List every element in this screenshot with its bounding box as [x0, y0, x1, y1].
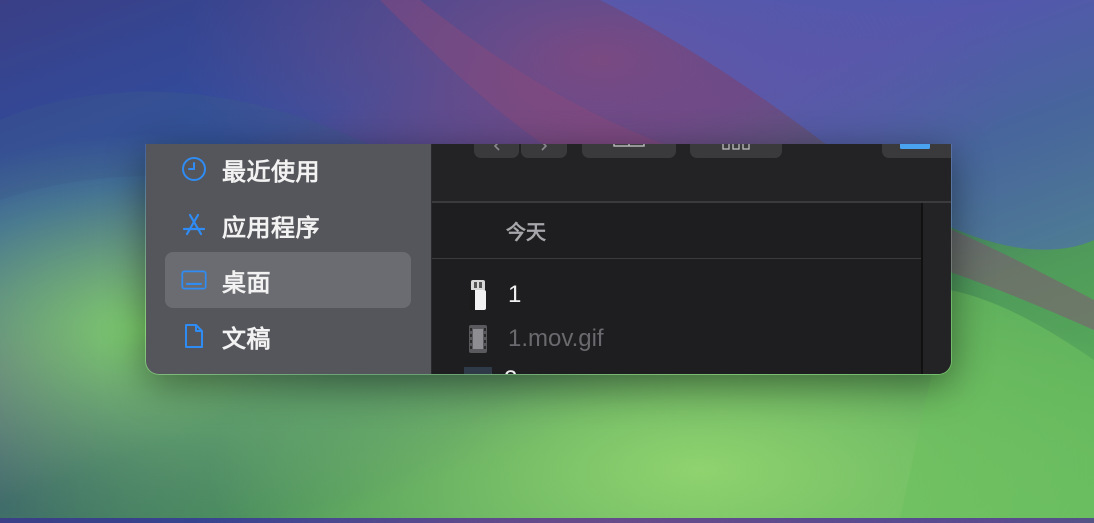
film-strip-icon: [468, 324, 488, 354]
view-mode-button[interactable]: [582, 144, 676, 158]
list-item[interactable]: 2: [432, 360, 517, 374]
file-list: 今天 1 1.mov.gif 2: [432, 203, 923, 374]
columns-view-icon: [613, 144, 645, 156]
list-item: 1.mov.gif: [432, 319, 604, 359]
sidebar-item-label: 最近使用: [222, 158, 320, 186]
sidebar-item-desktop[interactable]: 桌面: [165, 252, 411, 308]
back-button[interactable]: [474, 144, 519, 158]
file-name: 1.mov.gif: [508, 325, 604, 352]
section-header-label: 今天: [506, 222, 546, 244]
clock-icon: [181, 156, 207, 182]
sidebar-item-applications[interactable]: 应用程序: [165, 197, 411, 253]
app-store-icon: [181, 212, 207, 238]
desktop-icon: [181, 267, 207, 293]
main-pane: 今天 1 1.mov.gif 2: [432, 144, 951, 374]
sidebar-item-recents[interactable]: 最近使用: [165, 144, 411, 197]
sidebar-item-label: 文稿: [222, 325, 271, 353]
usb-drive-icon: [468, 280, 488, 310]
grid-icon: [722, 144, 750, 156]
file-dialog-window: 最近使用 应用程序 桌面 文稿 今天 1 1.mov.gif: [145, 144, 952, 375]
document-icon: [181, 323, 207, 349]
toolbar: [432, 144, 951, 203]
sidebar-item-label: 桌面: [222, 269, 271, 297]
sidebar-item-documents[interactable]: 文稿: [165, 308, 411, 364]
chevron-left-icon: [492, 144, 502, 156]
chevron-right-icon: [539, 144, 549, 156]
file-name: 1: [508, 281, 522, 308]
list-item[interactable]: 1: [432, 275, 521, 315]
sidebar: 最近使用 应用程序 桌面 文稿: [146, 144, 432, 374]
location-popup-button[interactable]: [882, 144, 951, 158]
file-name: 2: [504, 366, 517, 374]
sidebar-item-label: 应用程序: [222, 214, 320, 242]
folder-icon: [900, 144, 930, 156]
section-header: 今天: [432, 203, 921, 259]
forward-button[interactable]: [521, 144, 567, 158]
preview-pane: [923, 203, 951, 374]
image-file-icon: [464, 365, 492, 374]
group-button[interactable]: [690, 144, 782, 158]
